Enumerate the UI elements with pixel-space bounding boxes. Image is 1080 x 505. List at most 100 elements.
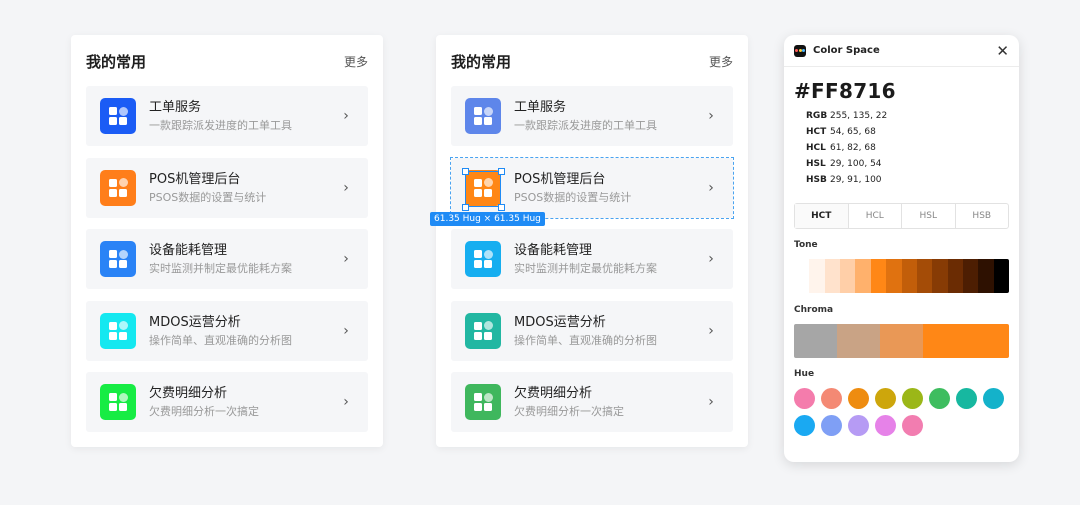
item-text: MDOS运营分析操作简单、直观准确的分析图 bbox=[514, 314, 701, 348]
item-text: 工单服务 一款跟踪派发进度的工单工具 bbox=[514, 99, 701, 133]
tone-swatch[interactable] bbox=[870, 259, 887, 293]
chroma-swatch[interactable] bbox=[923, 324, 945, 358]
chroma-swatch[interactable] bbox=[815, 324, 837, 358]
tone-swatch[interactable] bbox=[886, 259, 902, 293]
tone-swatch[interactable] bbox=[855, 259, 871, 293]
tone-strip[interactable] bbox=[794, 259, 1009, 293]
tone-swatch[interactable] bbox=[824, 259, 841, 293]
resize-handle-br[interactable] bbox=[498, 204, 505, 211]
close-icon[interactable]: ✕ bbox=[996, 42, 1009, 60]
list-item[interactable]: MDOS运营分析 操作简单、直观准确的分析图 › bbox=[86, 300, 368, 361]
hue-swatch[interactable] bbox=[983, 388, 1004, 409]
tone-swatch[interactable] bbox=[794, 259, 810, 293]
chevron-right-icon: › bbox=[708, 322, 714, 339]
card-header: 我的常用 更多 bbox=[451, 49, 733, 73]
app-grid-icon bbox=[100, 384, 136, 420]
hue-swatch[interactable] bbox=[902, 415, 923, 436]
tab-hsb[interactable]: HSB bbox=[954, 204, 1009, 228]
value-key: HCL bbox=[806, 143, 826, 153]
color-value-row: HCT 54, 65, 68 bbox=[806, 124, 887, 140]
chevron-right-icon: › bbox=[708, 108, 714, 124]
item-text: 设备能耗管理实时监测并制定最优能耗方案 bbox=[149, 242, 336, 276]
list-item[interactable]: 欠费明细分析 欠费明细分析一次搞定 › bbox=[451, 372, 733, 432]
chevron-right-icon: › bbox=[708, 394, 714, 410]
tone-swatch[interactable] bbox=[962, 259, 979, 293]
chroma-swatch[interactable] bbox=[794, 324, 816, 358]
panel-header: Color Space ✕ bbox=[784, 35, 1019, 67]
tone-swatch[interactable] bbox=[840, 259, 856, 293]
list-item[interactable]: 欠费明细分析 欠费明细分析一次搞定 › bbox=[86, 372, 368, 432]
item-desc: 操作简单、直观准确的分析图 bbox=[514, 333, 657, 347]
app-grid-icon bbox=[465, 241, 501, 277]
tone-swatch[interactable] bbox=[947, 259, 963, 293]
hue-swatch[interactable] bbox=[848, 388, 869, 409]
app-grid-icon bbox=[100, 312, 136, 349]
list-item[interactable]: POS机管理后台 PSOS数据的设置与统计 › bbox=[86, 157, 368, 218]
hue-swatch[interactable] bbox=[929, 388, 950, 409]
more-link[interactable]: 更多 bbox=[709, 53, 733, 70]
resize-handle-tr[interactable] bbox=[498, 168, 505, 175]
model-tabs: HCT HCL HSL HSB bbox=[794, 203, 1009, 229]
hue-swatch[interactable] bbox=[875, 388, 896, 409]
item-text: 工单服务 一款跟踪派发进度的工单工具 bbox=[149, 99, 336, 133]
hue-swatch[interactable] bbox=[848, 415, 869, 436]
hue-swatch[interactable] bbox=[821, 415, 842, 436]
app-grid-icon bbox=[100, 169, 136, 206]
item-title: 设备能耗管理 bbox=[149, 243, 228, 258]
hue-swatch[interactable] bbox=[794, 388, 815, 409]
frequent-card-left: 我的常用 更多 工单服务 一款跟踪派发进度的工单工具 › POS机管理后台 PSOS数据… bbox=[71, 35, 383, 447]
more-link[interactable]: 更多 bbox=[344, 53, 368, 70]
list-item[interactable]: 设备能耗管理实时监测并制定最优能耗方案 › bbox=[86, 229, 368, 289]
hue-swatch[interactable] bbox=[875, 415, 896, 436]
item-text: 设备能耗管理实时监测并制定最优能耗方案 bbox=[514, 242, 701, 276]
value-text: 29, 91, 100 bbox=[830, 175, 882, 185]
app-grid-icon bbox=[100, 241, 136, 277]
tab-hsl[interactable]: HSL bbox=[901, 204, 955, 228]
tab-hcl[interactable]: HCL bbox=[847, 204, 902, 228]
color-space-panel: Color Space ✕ #FF8716 RGB 255, 135, 22 HCT… bbox=[784, 35, 1019, 462]
color-values: RGB 255, 135, 22 HCT 54, 65, 68 HCL 61, 82, 6… bbox=[806, 108, 887, 188]
chroma-swatch[interactable] bbox=[837, 324, 859, 358]
list-item[interactable]: 工单服务 一款跟踪派发进度的工单工具 › bbox=[86, 86, 368, 146]
hex-value: #FF8716 bbox=[794, 79, 896, 103]
tone-swatch[interactable] bbox=[932, 259, 948, 293]
tone-swatch[interactable] bbox=[901, 259, 917, 293]
chroma-swatch[interactable] bbox=[987, 324, 1009, 358]
item-desc: 欠费明细分析一次搞定 bbox=[514, 405, 624, 418]
chroma-swatch[interactable] bbox=[901, 324, 923, 358]
list-item[interactable]: 工单服务 一款跟踪派发进度的工单工具 › bbox=[451, 86, 733, 146]
item-desc: 实时监测并制定最优能耗方案 bbox=[514, 262, 657, 275]
item-title: MDOS运营分析 bbox=[514, 314, 606, 330]
tone-swatch[interactable] bbox=[916, 259, 933, 293]
tone-swatch[interactable] bbox=[978, 259, 994, 293]
item-desc: 实时监测并制定最优能耗方案 bbox=[149, 262, 292, 275]
resize-handle-bl[interactable] bbox=[462, 204, 469, 211]
chroma-label: Chroma bbox=[794, 305, 834, 315]
chevron-right-icon: › bbox=[343, 108, 349, 124]
chroma-swatch[interactable] bbox=[858, 324, 880, 358]
hue-label: Hue bbox=[794, 369, 815, 379]
chroma-strip[interactable] bbox=[794, 324, 1009, 358]
item-title: 设备能耗管理 bbox=[514, 243, 593, 258]
tab-hct[interactable]: HCT bbox=[795, 204, 848, 228]
color-value-row: RGB 255, 135, 22 bbox=[806, 108, 887, 124]
item-text: MDOS运营分析 操作简单、直观准确的分析图 bbox=[149, 314, 336, 348]
hue-swatch[interactable] bbox=[956, 388, 977, 409]
chroma-swatch[interactable] bbox=[880, 324, 902, 358]
chevron-right-icon: › bbox=[343, 251, 349, 267]
resize-handle-tl[interactable] bbox=[462, 168, 469, 175]
icon-selection-outline[interactable] bbox=[465, 171, 501, 207]
tone-swatch[interactable] bbox=[809, 259, 825, 293]
card-title: 我的常用 bbox=[451, 52, 512, 71]
list-item[interactable]: MDOS运营分析操作简单、直观准确的分析图 › bbox=[451, 300, 733, 361]
chevron-right-icon: › bbox=[343, 179, 349, 196]
chroma-swatch[interactable] bbox=[966, 324, 988, 358]
hue-swatch[interactable] bbox=[821, 388, 842, 409]
value-key: RGB bbox=[806, 111, 828, 121]
list-item[interactable]: 设备能耗管理 实时监测并制定最优能耗方案 › bbox=[451, 229, 733, 289]
hue-swatch[interactable] bbox=[902, 388, 923, 409]
hue-swatch[interactable] bbox=[794, 415, 815, 436]
chroma-swatch[interactable] bbox=[944, 324, 966, 358]
item-desc: PSOS数据的设置与统计 bbox=[149, 190, 267, 204]
tone-swatch[interactable] bbox=[993, 259, 1009, 293]
